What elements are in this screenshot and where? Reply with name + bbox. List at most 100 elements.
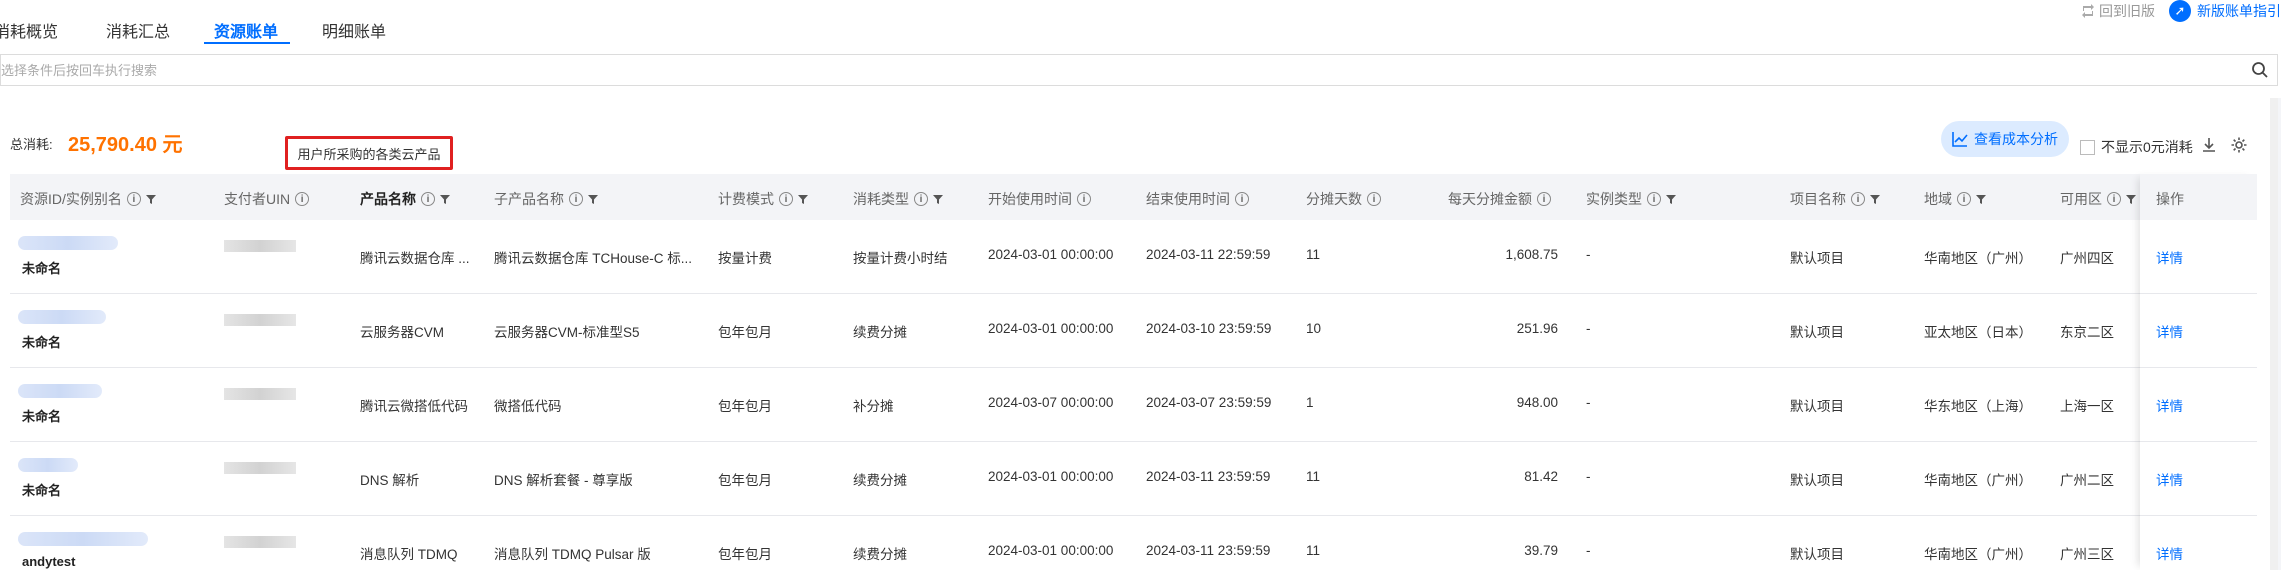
- hide-zero-checkbox[interactable]: [2080, 139, 2095, 155]
- product-cell: 云服务器CVM: [360, 325, 444, 340]
- billing-mode-cell: 包年包月: [718, 473, 772, 488]
- consume-type-cell: 续费分摊: [853, 547, 907, 562]
- tab-overview[interactable]: 消耗概览: [0, 18, 58, 42]
- region-cell: 华南地区（广州）: [1924, 473, 2032, 488]
- info-icon[interactable]: i: [1077, 192, 1091, 206]
- column-label: 项目名称: [1790, 191, 1846, 207]
- column-label: 分摊天数: [1306, 191, 1362, 207]
- redacted-resource-id[interactable]: [18, 458, 78, 472]
- consume-type-cell: 续费分摊: [853, 325, 907, 340]
- search-icon[interactable]: [2251, 61, 2269, 79]
- redacted-payer-uin: [224, 462, 296, 474]
- active-tab-indicator: [204, 42, 290, 44]
- redacted-resource-id[interactable]: [18, 532, 148, 546]
- table-row[interactable]: 未命名 腾讯云微搭低代码 微搭低代码 包年包月 补分摊 2024-03-07 00:00:…: [10, 368, 2257, 442]
- tab-bar: 消耗概览 消耗汇总 资源账单 明细账单: [0, 0, 2281, 46]
- filter-icon[interactable]: [588, 194, 598, 204]
- daily-amount-cell: 251.96: [1516, 321, 1558, 336]
- info-icon[interactable]: i: [1957, 192, 1971, 206]
- column-label: 子产品名称: [494, 191, 564, 207]
- info-icon[interactable]: i: [779, 192, 793, 206]
- table-row[interactable]: 未命名 云服务器CVM 云服务器CVM-标准型S5 包年包月 续费分摊 2024-03-0…: [10, 294, 2257, 368]
- filter-icon[interactable]: [1976, 194, 1986, 204]
- col-instance-type-header: 实例类型 i: [1586, 189, 1676, 209]
- filter-icon[interactable]: [145, 194, 156, 204]
- tab-resource-bill[interactable]: 资源账单: [214, 18, 278, 42]
- scrollbar[interactable]: [2270, 98, 2278, 570]
- col-days-header: 分摊天数 i: [1306, 189, 1381, 209]
- filter-icon[interactable]: [1870, 194, 1880, 204]
- column-label: 产品名称: [360, 191, 416, 207]
- detail-link[interactable]: 详情: [2156, 247, 2183, 267]
- search-bar: [0, 54, 2278, 86]
- start-time-cell: 2024-03-01 00:00:00: [988, 247, 1114, 262]
- hide-zero-toggle[interactable]: 不显示0元消耗: [2080, 137, 2193, 157]
- filter-icon[interactable]: [440, 194, 450, 204]
- filter-icon[interactable]: [798, 194, 808, 204]
- detail-link[interactable]: 详情: [2156, 469, 2183, 489]
- col-end-time-header: 结束使用时间 i: [1146, 189, 1249, 209]
- redacted-payer-uin: [224, 240, 296, 252]
- days-cell: 1: [1306, 395, 1314, 410]
- column-label: 资源ID/实例别名: [20, 191, 122, 207]
- detail-link[interactable]: 详情: [2156, 395, 2183, 415]
- table-row[interactable]: 未命名 腾讯云数据仓库 ... 腾讯云数据仓库 TCHouse-C 标... 按量计费…: [10, 220, 2257, 294]
- info-icon[interactable]: i: [1235, 192, 1249, 206]
- tab-summary[interactable]: 消耗汇总: [106, 18, 170, 42]
- resource-table: 资源ID/实例别名 i 支付者UIN i 产品名称 i 子产品名称 i 计费模式 i 消耗类型 i 开始…: [10, 174, 2257, 570]
- redacted-resource-id[interactable]: [18, 310, 106, 324]
- gear-icon[interactable]: [2230, 136, 2248, 154]
- billing-mode-cell: 包年包月: [718, 325, 772, 340]
- table-row[interactable]: andytest 消息队列 TDMQ 消息队列 TDMQ Pulsar 版 包年包月 续…: [10, 516, 2257, 570]
- instance-name: 未命名: [22, 409, 62, 424]
- info-icon[interactable]: i: [1537, 192, 1551, 206]
- sub-product-cell: 腾讯云数据仓库 TCHouse-C 标...: [494, 251, 693, 266]
- info-icon[interactable]: i: [1647, 192, 1661, 206]
- info-icon[interactable]: i: [2107, 192, 2121, 206]
- cost-analysis-button[interactable]: 查看成本分析: [1941, 121, 2069, 157]
- info-icon[interactable]: i: [914, 192, 928, 206]
- product-cell: 腾讯云数据仓库 ...: [360, 251, 470, 266]
- zone-cell: 上海一区: [2060, 399, 2114, 414]
- filter-icon[interactable]: [2126, 194, 2136, 204]
- old-version-link[interactable]: 回到旧版: [2081, 1, 2155, 21]
- redacted-resource-id[interactable]: [18, 236, 118, 250]
- info-icon[interactable]: i: [569, 192, 583, 206]
- col-region-header: 地域 i: [1924, 189, 1986, 209]
- zone-cell: 东京二区: [2060, 325, 2114, 340]
- instance-name: 未命名: [22, 483, 62, 498]
- info-icon[interactable]: i: [295, 192, 310, 206]
- filter-icon[interactable]: [1666, 194, 1676, 204]
- column-label: 实例类型: [1586, 191, 1642, 207]
- redacted-resource-id[interactable]: [18, 384, 102, 398]
- guide-link[interactable]: ➚ 新版账单指引: [2169, 0, 2281, 22]
- project-cell: 默认项目: [1790, 399, 1844, 414]
- end-time-cell: 2024-03-11 22:59:59: [1146, 247, 1271, 262]
- chart-icon: [1952, 132, 1968, 147]
- search-input[interactable]: [1, 55, 2277, 85]
- tab-detail-bill[interactable]: 明细账单: [322, 18, 386, 42]
- col-start-time-header: 开始使用时间 i: [988, 189, 1091, 209]
- info-icon[interactable]: i: [1851, 192, 1865, 206]
- col-zone-header: 可用区 i: [2060, 189, 2136, 209]
- filter-icon[interactable]: [933, 194, 943, 204]
- total-label: 总消耗:: [10, 137, 53, 152]
- download-icon[interactable]: [2200, 136, 2218, 154]
- region-cell: 华南地区（广州）: [1924, 251, 2032, 266]
- consume-type-cell: 续费分摊: [853, 473, 907, 488]
- detail-link[interactable]: 详情: [2156, 321, 2183, 341]
- hide-zero-label: 不显示0元消耗: [2101, 139, 2193, 155]
- column-label: 开始使用时间: [988, 191, 1072, 207]
- guide-label: 新版账单指引: [2197, 3, 2281, 19]
- col-resource-id-header: 资源ID/实例别名 i: [20, 189, 156, 209]
- table-row[interactable]: 未命名 DNS 解析 DNS 解析套餐 - 尊享版 包年包月 续费分摊 2024-03-0…: [10, 442, 2257, 516]
- detail-link[interactable]: 详情: [2156, 543, 2183, 563]
- daily-amount-cell: 39.79: [1524, 543, 1558, 558]
- product-cell: 消息队列 TDMQ: [360, 547, 458, 562]
- project-cell: 默认项目: [1790, 473, 1844, 488]
- info-icon[interactable]: i: [1367, 192, 1381, 206]
- daily-amount-cell: 1,608.75: [1505, 247, 1558, 262]
- info-icon[interactable]: i: [421, 192, 435, 206]
- region-cell: 华南地区（广州）: [1924, 547, 2032, 562]
- info-icon[interactable]: i: [126, 192, 141, 206]
